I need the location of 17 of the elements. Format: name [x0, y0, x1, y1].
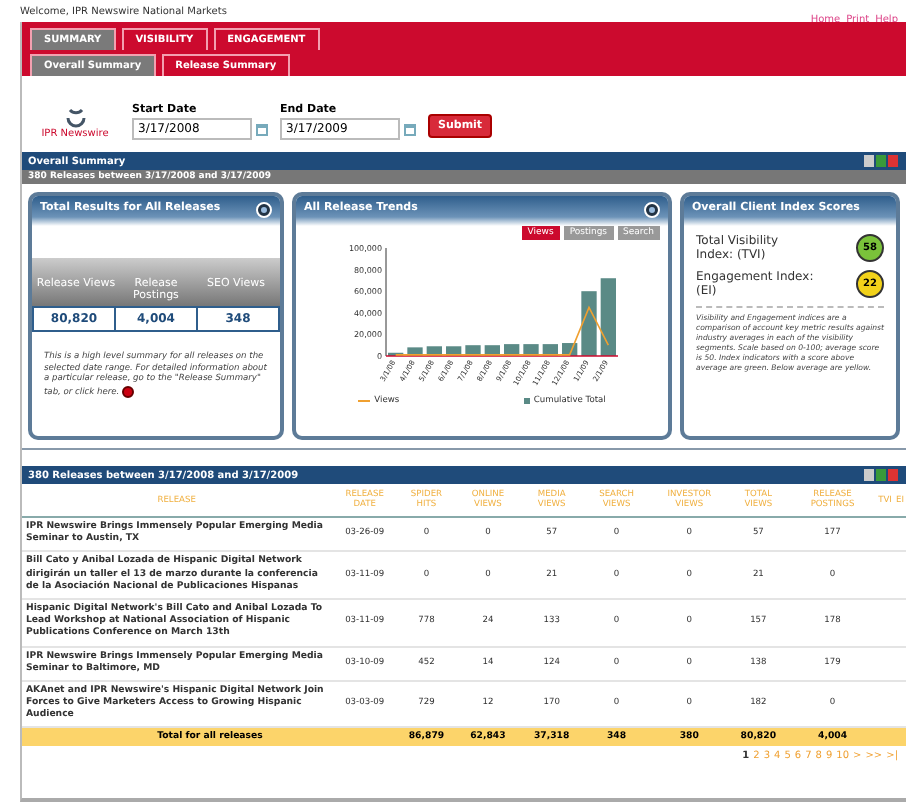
- legend-swatch-icon: [523, 398, 530, 404]
- help-icon[interactable]: [256, 202, 272, 218]
- calendar-icon[interactable]: [256, 123, 268, 135]
- legend-line-icon: [358, 398, 371, 404]
- bar: [484, 345, 500, 356]
- bar: [446, 346, 462, 356]
- help-icon[interactable]: [644, 202, 660, 218]
- export-icons[interactable]: [864, 468, 900, 482]
- link-dot-icon[interactable]: [122, 385, 135, 398]
- bar: [581, 291, 597, 356]
- bar: [426, 346, 442, 356]
- export-icons[interactable]: [864, 154, 900, 168]
- logo-icon: [65, 108, 85, 128]
- bar: [407, 347, 423, 356]
- calendar-icon[interactable]: [404, 123, 416, 135]
- bar: [600, 278, 616, 356]
- bar: [465, 345, 481, 356]
